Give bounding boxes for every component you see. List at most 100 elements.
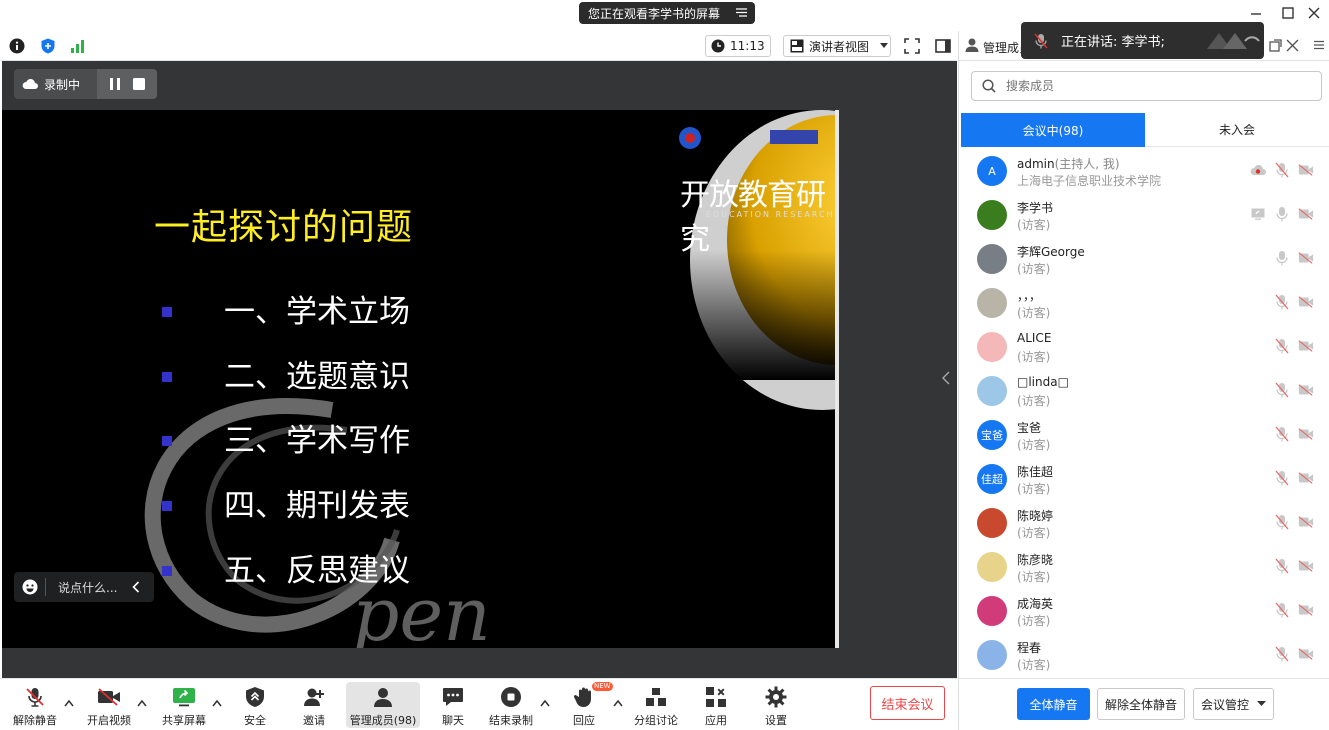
security-shield-icon[interactable] [40, 38, 56, 54]
tab-in-meeting[interactable]: 会议中(98) [961, 113, 1145, 147]
chat-placeholder: 说点什么... [58, 580, 118, 595]
member-row[interactable]: ALICE (访客) [959, 324, 1329, 368]
stop-recording-button[interactable]: 结束录制 [485, 682, 537, 728]
user-icon [965, 38, 979, 52]
collapse-panel-icon[interactable] [942, 371, 950, 385]
member-row[interactable]: 陈晓婷 (访客) [959, 500, 1329, 544]
member-status-icons [1274, 338, 1314, 354]
member-name: 陈佳超 [1017, 465, 1054, 479]
end-meeting-button[interactable]: 结束会议 [870, 686, 945, 720]
signal-strength-icon[interactable] [70, 38, 86, 54]
close-panel-icon[interactable] [1286, 39, 1299, 52]
chevron-up-icon[interactable] [613, 699, 623, 707]
member-row[interactable]: 李辉George (访客) [959, 236, 1329, 280]
view-mode-select[interactable]: 演讲者视图 [783, 35, 891, 57]
minimize-icon[interactable] [1249, 6, 1263, 20]
chevron-down-icon [1257, 701, 1266, 706]
member-subtitle: (访客) [1017, 526, 1051, 540]
fullscreen-button[interactable] [902, 36, 922, 56]
avatar [977, 244, 1007, 274]
view-mode-label: 演讲者视图 [809, 39, 870, 54]
camera-off-icon [1298, 428, 1314, 440]
add-user-icon [304, 688, 324, 706]
chat-icon [443, 687, 463, 706]
member-row[interactable]: 成海英 (访客) [959, 588, 1329, 632]
member-list: Aadmin(主持人, 我) 上海电子信息职业技术学院 李学书 (访客) 李辉Georg… [959, 148, 1329, 678]
camera-off-icon [1298, 252, 1314, 264]
invite-button[interactable]: 邀请 [292, 682, 336, 728]
member-subtitle: (访客) [1017, 394, 1051, 408]
mute-all-button[interactable]: 全体静音 [1017, 688, 1090, 720]
unmute-button[interactable]: 解除静音 [8, 682, 62, 728]
chevron-up-icon[interactable] [64, 699, 74, 707]
slide-title: 一起探讨的问题 [154, 207, 414, 248]
member-subtitle: (访客) [1017, 218, 1051, 232]
chat-button[interactable]: 聊天 [431, 682, 475, 728]
member-row[interactable]: 程春 (访客) [959, 632, 1329, 676]
member-row[interactable]: 宝爸 宝爸 (访客) [959, 412, 1329, 456]
menu-icon[interactable] [1314, 40, 1324, 50]
security-button[interactable]: 安全 [233, 682, 277, 728]
member-status-icons [1274, 646, 1314, 662]
mic-muted-icon [1275, 470, 1289, 486]
member-name: 李学书 [1017, 201, 1054, 215]
chevron-up-icon[interactable] [540, 699, 550, 707]
breakout-icon [646, 687, 666, 706]
info-icon[interactable] [9, 38, 25, 54]
pop-out-icon[interactable] [1269, 39, 1282, 52]
quick-chat-input[interactable]: 说点什么... [14, 572, 154, 602]
timer-text: 11:13 [730, 39, 765, 53]
member-row[interactable]: ，，， (访客) [959, 280, 1329, 324]
avatar [977, 552, 1007, 582]
close-window-icon[interactable] [1307, 6, 1321, 20]
member-row[interactable]: 佳超 陈佳超 (访客) [959, 456, 1329, 500]
pause-recording-icon[interactable] [109, 78, 121, 90]
meeting-timer: 11:13 [705, 35, 771, 57]
share-screen-button[interactable]: 共享屏幕 [158, 682, 210, 728]
member-search-input[interactable] [1006, 79, 1306, 93]
search-icon [982, 79, 996, 93]
meeting-control-dropdown[interactable]: 会议管控 [1193, 688, 1274, 720]
bullet-icon [162, 500, 172, 511]
unmute-all-button[interactable]: 解除全体静音 [1097, 688, 1185, 720]
recording-indicator: 录制中 [14, 69, 157, 99]
bullet-icon [162, 306, 172, 317]
avatar [977, 332, 1007, 362]
member-subtitle: (访客) [1017, 482, 1051, 496]
meeting-toolbar: 解除静音 开启视频 共享屏幕 安全 邀请 管理成员(98) 聊天 结束录制 回应… [0, 678, 957, 730]
chevron-left-icon[interactable] [132, 581, 140, 593]
maximize-icon[interactable] [1281, 6, 1295, 20]
member-name: 程春 [1017, 641, 1042, 655]
screen-share-icon [1251, 208, 1265, 220]
banner-menu-icon[interactable] [736, 7, 747, 18]
member-search-box[interactable] [971, 71, 1322, 101]
member-subtitle: (访客) [1017, 262, 1051, 276]
member-row[interactable]: 陈彦晓 (访客) [959, 544, 1329, 588]
emoji-icon[interactable] [22, 579, 38, 595]
bullet-icon [162, 565, 172, 576]
start-video-button[interactable]: 开启视频 [82, 682, 136, 728]
apps-button[interactable]: 应用 [694, 682, 738, 728]
member-status-icons [1250, 162, 1314, 178]
cloud-icon [22, 79, 38, 89]
stop-recording-icon[interactable] [133, 78, 145, 90]
share-banner[interactable]: 您正在观看李学书的屏幕 [579, 2, 755, 24]
chevron-up-icon[interactable] [137, 699, 147, 707]
mic-muted-icon [1034, 33, 1048, 48]
breakout-rooms-button[interactable]: 分组讨论 [631, 682, 681, 728]
member-row[interactable]: □linda□ (访客) [959, 368, 1329, 412]
camera-off-icon [1298, 560, 1314, 572]
share-screen-icon [173, 687, 195, 706]
settings-button[interactable]: 设置 [754, 682, 798, 728]
member-row[interactable]: Aadmin(主持人, 我) 上海电子信息职业技术学院 [959, 148, 1329, 192]
member-row[interactable]: 李学书 (访客) [959, 192, 1329, 236]
member-status-icons [1274, 514, 1314, 530]
manage-members-button[interactable]: 管理成员(98) [346, 682, 420, 728]
speaker-text: 正在讲话: 李学书; [1061, 35, 1165, 50]
tab-not-joined[interactable]: 未入会 [1145, 113, 1329, 147]
member-subtitle: (访客) [1017, 350, 1051, 364]
sidebar-toggle-button[interactable] [933, 36, 953, 56]
chevron-up-icon[interactable] [212, 699, 222, 707]
mic-muted-icon [26, 687, 44, 707]
slide-item: 三、学术写作 [162, 415, 410, 460]
